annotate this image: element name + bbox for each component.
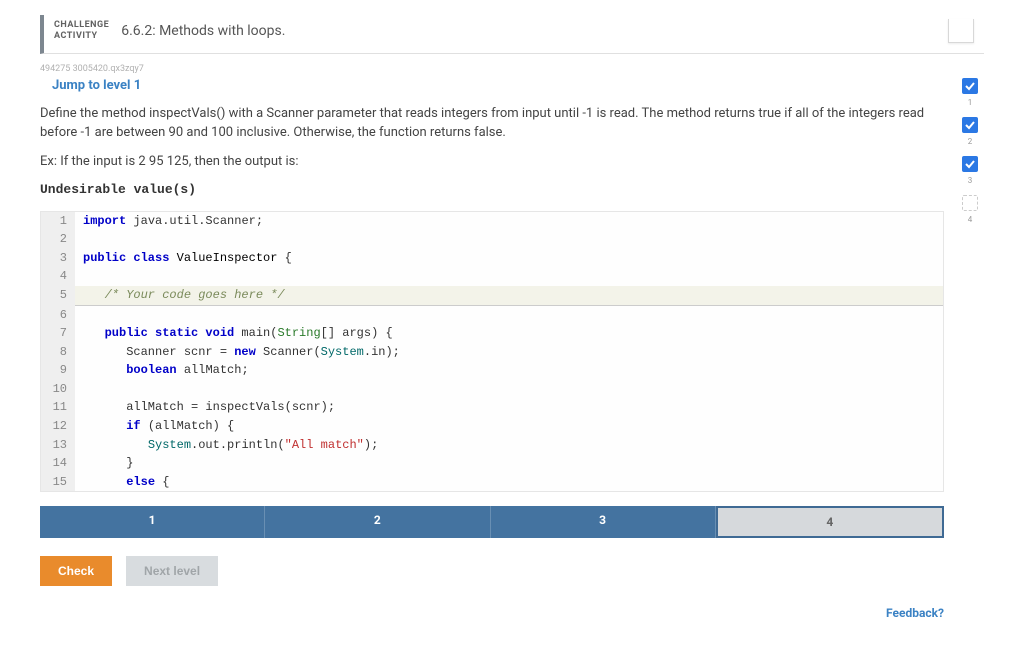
code-line[interactable]: 14 } — [41, 454, 943, 473]
jump-to-level-link[interactable]: Jump to level 1 — [52, 78, 141, 93]
line-number: 13 — [41, 436, 75, 455]
code-line[interactable]: 5 /* Your code goes here */ — [41, 286, 943, 306]
step-tab-2[interactable]: 2 — [265, 506, 490, 538]
code-line[interactable]: 7 public static void main(String[] args)… — [41, 324, 943, 343]
problem-description-2: Ex: If the input is 2 95 125, then the o… — [40, 153, 944, 172]
code-content[interactable]: Scanner scnr = new Scanner(System.in); — [75, 343, 400, 362]
line-number: 2 — [41, 230, 75, 249]
code-line[interactable]: 9 boolean allMatch; — [41, 361, 943, 380]
next-level-button: Next level — [126, 556, 218, 586]
progress-sidebar: 1 2 3 4 — [956, 78, 984, 620]
line-number: 3 — [41, 249, 75, 268]
question-id: 494275 3005420.qx3zqy7 — [40, 64, 984, 74]
empty-step-icon[interactable] — [962, 195, 978, 211]
line-number: 14 — [41, 454, 75, 473]
checkmark-icon[interactable] — [962, 117, 978, 133]
code-content[interactable]: public static void main(String[] args) { — [75, 324, 393, 343]
sample-output: Undesirable value(s) — [40, 182, 944, 197]
activity-title: 6.6.2: Methods with loops. — [121, 23, 285, 39]
activity-type-line2: ACTIVITY — [54, 31, 109, 42]
code-line[interactable]: 10 — [41, 380, 943, 399]
step-number: 2 — [968, 137, 973, 146]
step-number: 1 — [968, 98, 973, 107]
code-content[interactable] — [75, 380, 83, 399]
line-number: 9 — [41, 361, 75, 380]
code-content[interactable]: else { — [75, 473, 169, 492]
line-number: 7 — [41, 324, 75, 343]
line-number: 6 — [41, 306, 75, 325]
checkmark-icon[interactable] — [962, 78, 978, 94]
line-number: 5 — [41, 286, 75, 306]
code-line[interactable]: 3public class ValueInspector { — [41, 249, 943, 268]
check-button[interactable]: Check — [40, 556, 112, 586]
code-content[interactable]: allMatch = inspectVals(scnr); — [75, 398, 335, 417]
activity-type-line1: CHALLENGE — [54, 20, 109, 31]
line-number: 11 — [41, 398, 75, 417]
dogear-icon[interactable] — [948, 19, 974, 43]
step-tabs: 1234 — [40, 506, 944, 538]
code-content[interactable]: System.out.println("All match"); — [75, 436, 378, 455]
line-number: 15 — [41, 473, 75, 492]
code-line[interactable]: 1import java.util.Scanner; — [41, 212, 943, 231]
code-line[interactable]: 2 — [41, 230, 943, 249]
step-number: 3 — [968, 176, 973, 185]
step-tab-3[interactable]: 3 — [491, 506, 716, 538]
activity-type-label: CHALLENGE ACTIVITY — [54, 20, 109, 42]
code-line[interactable]: 13 System.out.println("All match"); — [41, 436, 943, 455]
step-number: 4 — [968, 215, 973, 224]
activity-header: CHALLENGE ACTIVITY 6.6.2: Methods with l… — [40, 15, 984, 54]
code-content[interactable]: import java.util.Scanner; — [75, 212, 263, 231]
step-tab-1[interactable]: 1 — [40, 506, 265, 538]
code-line[interactable]: 15 else { — [41, 473, 943, 492]
problem-description-1: Define the method inspectVals() with a S… — [40, 105, 944, 143]
line-number: 4 — [41, 267, 75, 286]
checkmark-icon[interactable] — [962, 156, 978, 172]
code-line[interactable]: 11 allMatch = inspectVals(scnr); — [41, 398, 943, 417]
code-editor[interactable]: 1import java.util.Scanner;23public class… — [40, 211, 944, 493]
line-number: 8 — [41, 343, 75, 362]
step-tab-4[interactable]: 4 — [716, 506, 944, 538]
code-content[interactable] — [75, 267, 83, 286]
code-line[interactable]: 4 — [41, 267, 943, 286]
feedback-link[interactable]: Feedback? — [40, 606, 944, 620]
code-line[interactable]: 8 Scanner scnr = new Scanner(System.in); — [41, 343, 943, 362]
code-content[interactable]: boolean allMatch; — [75, 361, 249, 380]
code-content[interactable]: } — [75, 454, 133, 473]
code-line[interactable]: 6 — [41, 306, 943, 325]
code-line[interactable]: 12 if (allMatch) { — [41, 417, 943, 436]
code-content[interactable] — [75, 306, 83, 325]
code-content[interactable] — [75, 230, 83, 249]
line-number: 12 — [41, 417, 75, 436]
code-content[interactable]: if (allMatch) { — [75, 417, 234, 436]
code-content[interactable]: public class ValueInspector { — [75, 249, 292, 268]
line-number: 1 — [41, 212, 75, 231]
code-content[interactable]: /* Your code goes here */ — [75, 286, 943, 306]
line-number: 10 — [41, 380, 75, 399]
